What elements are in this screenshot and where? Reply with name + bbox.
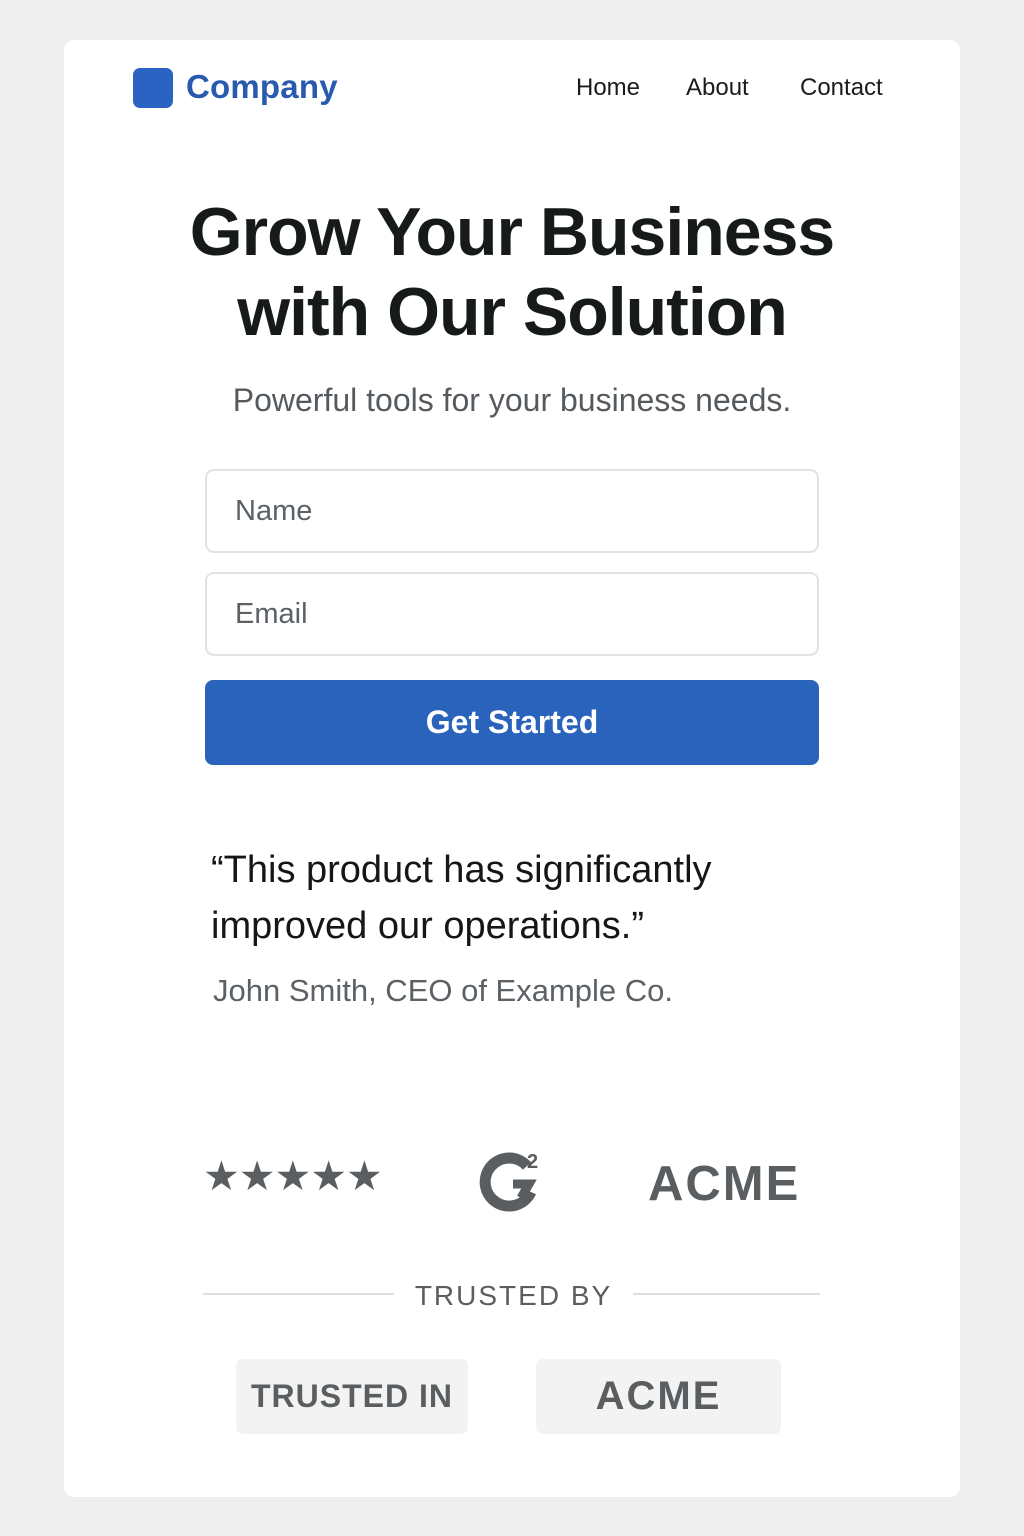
testimonial-author: John Smith, CEO of Example Co. xyxy=(213,973,674,1008)
trusted-by-label: TRUSTED BY xyxy=(414,1280,613,1311)
testimonial-quote: “This product has significantly improved… xyxy=(211,849,712,947)
company-logo-icon[interactable] xyxy=(133,68,173,108)
email-input[interactable] xyxy=(205,572,819,656)
nav-home-link[interactable]: Home xyxy=(576,72,640,104)
trusted-in-badge: TRUSTED IN xyxy=(236,1359,468,1434)
hero-headline: Grow Your Business with Our Solution xyxy=(64,192,960,352)
nav-contact-link[interactable]: Contact xyxy=(800,72,883,104)
hero-headline-line-2: with Our Solution xyxy=(237,274,788,350)
landing-card: Company Home About Contact Grow Your Bus… xyxy=(64,40,960,1497)
five-star-rating-icon: ★★★★★ xyxy=(203,1153,383,1199)
nav-about-link[interactable]: About xyxy=(686,72,749,104)
acme-badge: ACME xyxy=(536,1359,781,1434)
acme-logo: ACME xyxy=(648,1157,801,1211)
get-started-button[interactable]: Get Started xyxy=(205,680,819,765)
hero-headline-line-1: Grow Your Business xyxy=(189,194,836,270)
divider-line-left xyxy=(203,1293,394,1295)
hero-subheadline: Powerful tools for your business needs. xyxy=(232,382,792,418)
g2-logo-icon: 2 xyxy=(479,1151,538,1212)
name-input[interactable] xyxy=(205,469,819,553)
g2-superscript: 2 xyxy=(527,1151,538,1173)
company-logo-text[interactable]: Company xyxy=(186,65,338,109)
divider-line-right xyxy=(633,1293,820,1295)
